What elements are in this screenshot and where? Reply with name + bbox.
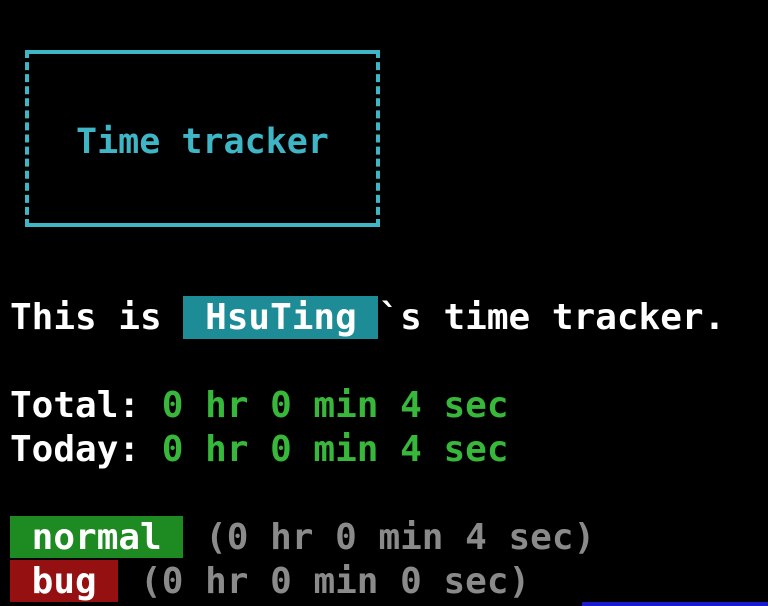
tag-row-bug: bug (0 hr 0 min 0 sec) [10,560,530,604]
tag-row-normal: normal (0 hr 0 min 4 sec) [10,516,595,560]
user-name-badge: HsuTing [183,296,379,339]
total-value: 0 hr 0 min 4 sec [161,385,509,426]
tag-bug-badge: bug [10,560,119,602]
today-label: Today: [10,429,162,470]
tag-bug-duration: (0 hr 0 min 0 sec) [118,561,531,602]
total-line: Total: 0 hr 0 min 4 sec [10,384,509,428]
owner-suffix: `s time tracker. [378,297,726,338]
owner-line: This is HsuTing `s time tracker. [10,296,725,340]
app-title: Time tracker [76,122,329,162]
today-line: Today: 0 hr 0 min 4 sec [10,428,509,472]
tag-normal-duration: (0 hr 0 min 4 sec) [183,517,596,558]
total-label: Total: [10,385,162,426]
owner-prefix: This is [10,297,184,338]
today-value: 0 hr 0 min 4 sec [161,429,509,470]
terminal-cursor-bar [582,602,768,606]
tag-normal-badge: normal [10,516,184,558]
